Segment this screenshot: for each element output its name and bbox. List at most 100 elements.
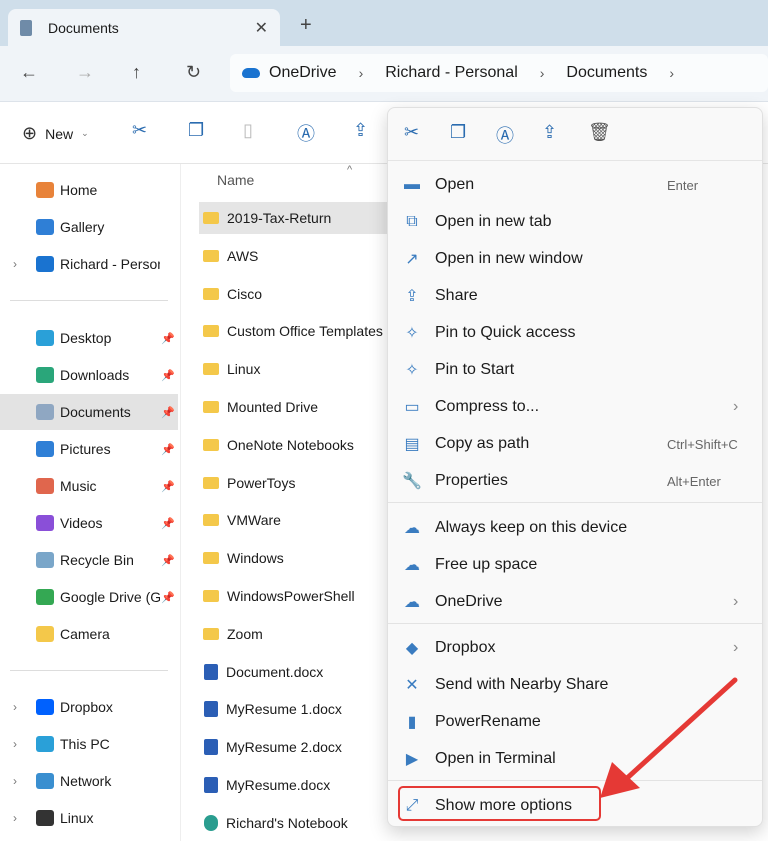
file-row[interactable]: Richard's Notebook — [199, 807, 399, 839]
pin-icon[interactable]: 📌 — [161, 332, 175, 345]
back-button[interactable]: ← — [20, 62, 38, 83]
rename-icon[interactable]: Ⓐ — [297, 120, 315, 146]
forward-button[interactable]: → — [76, 62, 94, 83]
menu-item-pin-to-quick-access[interactable]: ✧ Pin to Quick access — [388, 315, 762, 351]
sidebar-item-home[interactable]: Home — [0, 172, 178, 208]
file-row[interactable]: OneNote Notebooks — [199, 429, 399, 461]
up-button[interactable]: ↑ — [132, 62, 141, 83]
new-label: New — [45, 125, 74, 142]
sidebar-item-dropbox[interactable]: › Dropbox — [0, 689, 178, 725]
paste-icon[interactable]: ▯ — [243, 120, 253, 141]
sidebar-item-downloads[interactable]: Downloads 📌 — [0, 357, 178, 393]
column-header-name[interactable]: Name — [217, 172, 254, 188]
sidebar-item-desktop[interactable]: Desktop 📌 — [0, 320, 178, 356]
menu-item-open[interactable]: ▬ Open Enter — [388, 167, 762, 203]
folder-icon — [36, 404, 54, 420]
pin-icon[interactable]: 📌 — [161, 406, 175, 419]
pin-icon[interactable]: 📌 — [161, 443, 175, 456]
refresh-button[interactable]: ↻ — [186, 62, 201, 83]
share-icon[interactable]: ⇪ — [542, 122, 557, 143]
new-button[interactable]: ⊕ New ⌄ — [22, 123, 89, 144]
chevron-right-icon[interactable]: › — [13, 774, 17, 788]
sidebar-item-label: Network — [60, 773, 112, 789]
pin-icon[interactable]: 📌 — [161, 517, 175, 530]
cut-icon[interactable]: ✂ — [404, 122, 419, 143]
file-name: Document.docx — [226, 663, 324, 680]
file-row[interactable]: Windows — [199, 542, 399, 574]
file-name: WindowsPowerShell — [227, 588, 355, 604]
chevron-right-icon[interactable]: › — [13, 700, 17, 714]
file-row[interactable]: PowerToys — [199, 467, 399, 499]
chevron-right-icon[interactable]: › — [13, 811, 17, 825]
rename-icon[interactable]: Ⓐ — [496, 122, 514, 148]
copy-as-path-icon: ▤ — [404, 436, 420, 453]
sidebar-item-recycle-bin[interactable]: Recycle Bin 📌 — [0, 542, 178, 578]
menu-item-free-up-space[interactable]: ☁ Free up space — [388, 547, 762, 583]
sidebar-item-gallery[interactable]: Gallery — [0, 209, 178, 245]
sidebar-item-pictures[interactable]: Pictures 📌 — [0, 431, 178, 467]
pin-to-start-icon: ✧ — [405, 362, 419, 379]
menu-item-onedrive[interactable]: ☁ OneDrive › — [388, 584, 762, 620]
sidebar-item-documents[interactable]: Documents 📌 — [0, 394, 178, 430]
file-name: OneNote Notebooks — [227, 436, 354, 453]
pin-icon[interactable]: 📌 — [161, 369, 175, 382]
file-row[interactable]: MyResume 2.docx — [199, 731, 399, 763]
cut-icon[interactable]: ✂ — [132, 120, 147, 141]
delete-icon[interactable]: 🗑 — [588, 122, 611, 143]
file-row[interactable]: Zoom — [199, 618, 399, 650]
menu-item-copy-as-path[interactable]: ▤ Copy as path Ctrl+Shift+C — [388, 426, 762, 462]
file-row[interactable]: Document.docx — [199, 656, 399, 688]
menu-item-always-keep-on-this-device[interactable]: ☁ Always keep on this device — [388, 510, 762, 546]
file-row[interactable]: MyResume 1.docx — [199, 693, 399, 725]
context-menu-toolbar: ✂ ❐ Ⓐ ⇪ 🗑 — [388, 108, 762, 161]
breadcrumb-documents[interactable]: Documents — [566, 64, 647, 82]
sidebar-item-label: This PC — [60, 736, 110, 752]
sidebar-item-music[interactable]: Music 📌 — [0, 468, 178, 504]
file-row[interactable]: MyResume.docx — [199, 769, 399, 801]
sidebar-item-network[interactable]: › Network — [0, 763, 178, 799]
new-tab-button[interactable]: + — [300, 14, 312, 37]
sidebar-item-this-pc[interactable]: › This PC — [0, 726, 178, 762]
pin-icon[interactable]: 📌 — [161, 480, 175, 493]
file-row[interactable]: AWS — [199, 240, 399, 272]
menu-item-share[interactable]: ⇪ Share — [388, 278, 762, 314]
chevron-right-icon[interactable]: › — [669, 65, 674, 81]
sidebar-item-linux[interactable]: › Linux — [0, 800, 178, 836]
address-bar[interactable]: OneDrive › Richard - Personal › Document… — [230, 54, 768, 92]
file-row[interactable]: Cisco — [199, 278, 399, 310]
file-row[interactable]: Custom Office Templates — [199, 315, 399, 347]
menu-item-dropbox[interactable]: ◆ Dropbox › — [388, 630, 762, 666]
sidebar-item-camera[interactable]: Camera — [0, 616, 178, 652]
breadcrumb-richard-personal[interactable]: Richard - Personal — [385, 64, 518, 82]
sidebar-item-google-drive-g[interactable]: Google Drive (G 📌 — [0, 579, 178, 615]
chevron-right-icon[interactable]: › — [13, 737, 17, 751]
menu-item-compress-to[interactable]: ▭ Compress to... › — [388, 389, 762, 425]
chevron-right-icon[interactable]: › — [359, 65, 364, 81]
copy-icon[interactable]: ❐ — [450, 122, 466, 143]
pin-icon[interactable]: 📌 — [161, 554, 175, 567]
chevron-right-icon[interactable]: › — [13, 257, 17, 271]
menu-item-open-in-new-tab[interactable]: ⧉ Open in new tab — [388, 204, 762, 240]
pin-icon[interactable]: 📌 — [161, 591, 175, 604]
sidebar-item-videos[interactable]: Videos 📌 — [0, 505, 178, 541]
file-row[interactable]: 2019-Tax-Return — [199, 202, 399, 234]
copy-icon[interactable]: ❐ — [188, 120, 204, 141]
file-row[interactable]: VMWare — [199, 504, 399, 536]
tab-documents[interactable]: Documents ✕ — [8, 9, 280, 47]
share-icon[interactable]: ⇪ — [353, 120, 368, 141]
file-row[interactable]: Mounted Drive — [199, 391, 399, 423]
chevron-right-icon[interactable]: › — [540, 65, 545, 81]
close-tab-button[interactable]: ✕ — [255, 18, 268, 38]
file-row[interactable]: WindowsPowerShell — [199, 580, 399, 612]
folder-icon — [36, 256, 54, 272]
file-name: PowerToys — [227, 474, 296, 491]
sidebar-item-label: Linux — [60, 810, 94, 826]
sidebar-item-label: Dropbox — [60, 699, 113, 715]
menu-item-properties[interactable]: 🔧 Properties Alt+Enter — [388, 463, 762, 499]
menu-item-pin-to-start[interactable]: ✧ Pin to Start — [388, 352, 762, 388]
file-row[interactable]: Linux — [199, 353, 399, 385]
plus-circle-icon: ⊕ — [22, 123, 38, 143]
menu-item-open-in-new-window[interactable]: ↗ Open in new window — [388, 241, 762, 277]
breadcrumb-onedrive[interactable]: OneDrive — [269, 64, 337, 82]
sidebar-item-richard-personal[interactable]: › Richard - Personal — [0, 246, 178, 282]
